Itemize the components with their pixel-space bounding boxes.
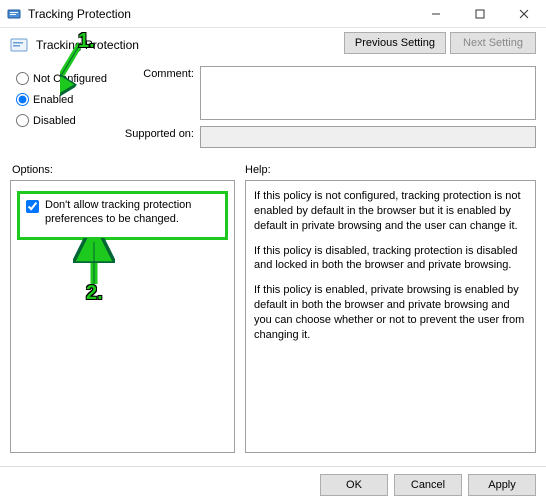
page-header: Tracking Protection Previous Setting Nex… — [0, 28, 546, 62]
close-button[interactable] — [502, 0, 546, 28]
window-title: Tracking Protection — [28, 7, 131, 21]
radio-not-configured-label[interactable]: Not Configured — [33, 73, 107, 85]
page-title: Tracking Protection — [36, 38, 139, 52]
supported-on-label: Supported on: — [120, 126, 194, 148]
titlebar: Tracking Protection — [0, 0, 546, 28]
comment-textarea[interactable] — [200, 66, 536, 120]
options-pane: Don't allow tracking protection preferen… — [10, 180, 235, 453]
radio-not-configured[interactable] — [16, 72, 29, 85]
window-controls — [414, 0, 546, 28]
maximize-button[interactable] — [458, 0, 502, 28]
next-setting-button[interactable]: Next Setting — [450, 32, 536, 54]
dont-allow-changes-checkbox[interactable] — [26, 200, 39, 213]
comment-label: Comment: — [120, 66, 194, 120]
help-heading: Help: — [245, 164, 271, 176]
app-icon — [6, 6, 22, 22]
radio-enabled-label[interactable]: Enabled — [33, 94, 73, 106]
policy-icon — [8, 34, 30, 56]
previous-setting-button[interactable]: Previous Setting — [344, 32, 446, 54]
options-heading: Options: — [10, 164, 235, 176]
dialog-footer: OK Cancel Apply — [0, 466, 546, 502]
help-pane: If this policy is not configured, tracki… — [245, 180, 536, 453]
dont-allow-changes-label[interactable]: Don't allow tracking protection preferen… — [45, 198, 219, 227]
options-checkbox-highlight: Don't allow tracking protection preferen… — [17, 191, 228, 240]
radio-enabled[interactable] — [16, 93, 29, 106]
ok-button[interactable]: OK — [320, 474, 388, 496]
cancel-button[interactable]: Cancel — [394, 474, 462, 496]
radio-disabled[interactable] — [16, 114, 29, 127]
help-text-2: If this policy is disabled, tracking pro… — [254, 244, 527, 274]
radio-disabled-label[interactable]: Disabled — [33, 115, 76, 127]
help-text-1: If this policy is not configured, tracki… — [254, 189, 527, 234]
apply-button[interactable]: Apply — [468, 474, 536, 496]
minimize-button[interactable] — [414, 0, 458, 28]
help-text-3: If this policy is enabled, private brows… — [254, 283, 527, 342]
supported-on-field — [200, 126, 536, 148]
state-radio-group: Not Configured Enabled Disabled — [10, 66, 110, 154]
